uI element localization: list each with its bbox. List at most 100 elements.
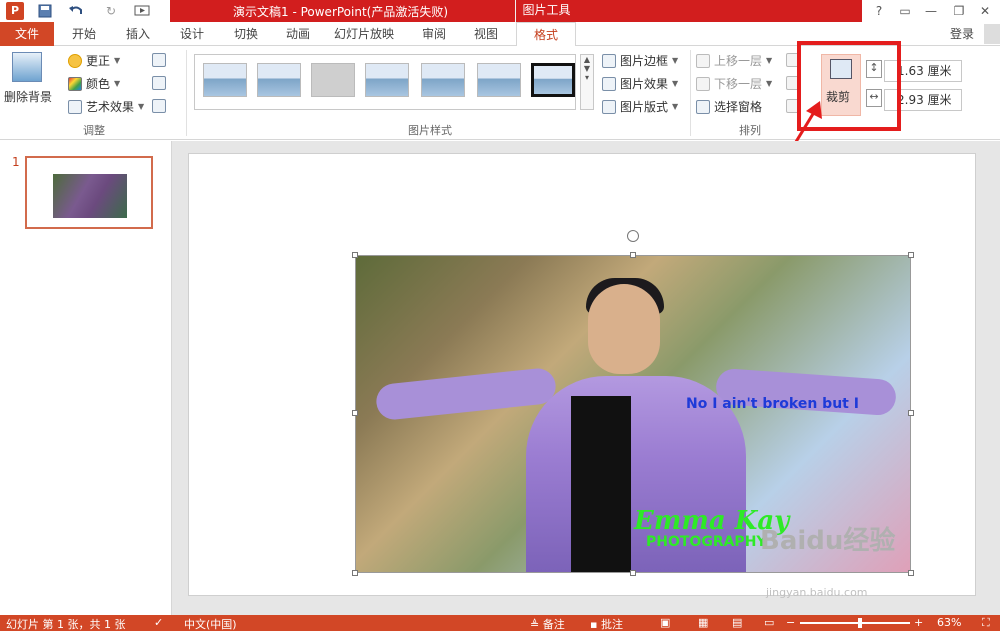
picture-styles-group-label: 图片样式 — [408, 124, 452, 137]
chevron-down-icon: ▼ — [672, 79, 679, 88]
artistic-effects-label: 艺术效果 — [86, 100, 135, 114]
rotate-handle-icon[interactable] — [627, 230, 639, 242]
send-backward-icon — [696, 76, 710, 91]
tab-transitions[interactable]: 切换 — [220, 22, 272, 46]
powerpoint-logo-icon: P — [6, 2, 24, 20]
artistic-effects-button[interactable]: 艺术效果 ▼ — [68, 98, 144, 115]
zoom-out-icon[interactable]: − — [786, 616, 795, 629]
minimize-icon[interactable]: — — [918, 0, 944, 22]
bring-forward-button[interactable]: 上移一层 ▼ — [696, 52, 772, 69]
status-bar: 幻灯片 第 1 张，共 1 张 ✓ 中文(中国) ≜ 备注 ▪ 批注 ▣ ▦ ▤… — [0, 615, 1000, 631]
picture-tools-group-label: 图片工具 — [515, 0, 577, 22]
tab-view[interactable]: 视图 — [460, 22, 512, 46]
picture-layout-button[interactable]: 图片版式 ▼ — [602, 98, 678, 115]
tab-review[interactable]: 审阅 — [408, 22, 460, 46]
slide-thumbnails-pane: 1 — [0, 141, 172, 615]
picture-style-option[interactable] — [477, 63, 521, 97]
photo-detail — [571, 396, 631, 572]
resize-handle[interactable] — [352, 570, 358, 576]
send-backward-button[interactable]: 下移一层 ▼ — [696, 75, 772, 92]
zoom-slider-thumb[interactable] — [858, 618, 862, 628]
tab-format[interactable]: 格式 — [516, 22, 576, 47]
notes-button[interactable]: ≜ 备注 — [530, 616, 565, 631]
photo-text: No I ain't broken but I — [686, 396, 859, 412]
tab-home[interactable]: 开始 — [58, 22, 110, 46]
tab-design[interactable]: 设计 — [166, 22, 218, 46]
corrections-icon — [68, 53, 82, 68]
slide-sorter-icon[interactable]: ▦ — [698, 616, 708, 629]
group-divider — [690, 50, 691, 136]
baidu-watermark-url: jingyan.baidu.com — [766, 586, 868, 599]
slide-count-status: 幻灯片 第 1 张，共 1 张 — [6, 618, 126, 631]
notes-label: 备注 — [542, 618, 565, 631]
close-icon[interactable]: ✕ — [972, 0, 998, 22]
slide-thumbnail-image — [53, 174, 127, 218]
resize-handle[interactable] — [908, 252, 914, 258]
zoom-slider[interactable] — [800, 622, 910, 624]
slide-number: 1 — [12, 155, 20, 169]
help-icon[interactable]: ? — [866, 0, 892, 22]
selection-pane-button[interactable]: 选择窗格 — [696, 98, 762, 115]
picture-effects-icon — [602, 76, 616, 91]
slide-thumbnail[interactable] — [25, 156, 153, 229]
resize-handle[interactable] — [630, 252, 636, 258]
picture-style-option[interactable] — [365, 63, 409, 97]
account-avatar[interactable] — [984, 24, 1000, 44]
bring-forward-icon — [696, 53, 710, 68]
picture-style-option-selected[interactable] — [531, 63, 575, 97]
window-title: 演示文稿1 - PowerPoint(产品激活失败) — [233, 5, 449, 19]
picture-style-option[interactable] — [257, 63, 301, 97]
ribbon-display-options-icon[interactable]: ▭ — [892, 0, 918, 22]
tab-file[interactable]: 文件 — [0, 22, 54, 46]
picture-border-button[interactable]: 图片边框 ▼ — [602, 52, 678, 69]
remove-background-button[interactable]: 删除背景 — [4, 88, 52, 105]
resize-handle[interactable] — [352, 252, 358, 258]
redo-icon[interactable]: ↻ — [102, 2, 120, 20]
remove-background-icon[interactable] — [12, 52, 42, 82]
comments-button[interactable]: ▪ 批注 — [590, 616, 623, 631]
photo-detail — [374, 366, 558, 422]
comments-label: 批注 — [600, 618, 623, 631]
login-link[interactable]: 登录 — [950, 25, 974, 42]
color-label: 颜色 — [86, 77, 111, 91]
slideshow-icon[interactable] — [132, 2, 152, 20]
color-icon — [68, 76, 82, 91]
corrections-label: 更正 — [86, 54, 111, 68]
restore-icon[interactable]: ❐ — [946, 0, 972, 22]
resize-handle[interactable] — [908, 570, 914, 576]
slideshow-view-icon[interactable]: ▭ — [764, 616, 774, 629]
tab-slideshow[interactable]: 幻灯片放映 — [324, 22, 404, 46]
corrections-button[interactable]: 更正 ▼ — [68, 52, 120, 69]
tab-animations[interactable]: 动画 — [272, 22, 324, 46]
picture-border-icon — [602, 53, 616, 68]
spellcheck-icon[interactable]: ✓ — [154, 616, 163, 629]
resize-handle[interactable] — [630, 570, 636, 576]
resize-handle[interactable] — [908, 410, 914, 416]
fit-to-window-icon[interactable]: ⛶ — [982, 616, 990, 630]
change-picture-icon[interactable] — [152, 76, 166, 90]
tab-insert[interactable]: 插入 — [112, 22, 164, 46]
picture-styles-gallery — [194, 54, 576, 110]
color-button[interactable]: 颜色 ▼ — [68, 75, 120, 92]
save-icon[interactable] — [36, 2, 54, 20]
adjust-group-label: 调整 — [83, 124, 105, 137]
picture-style-option[interactable] — [421, 63, 465, 97]
picture-border-label: 图片边框 — [620, 54, 669, 68]
reset-picture-icon[interactable] — [152, 99, 166, 113]
baidu-watermark: Baidu经验 — [760, 526, 896, 556]
picture-effects-button[interactable]: 图片效果 ▼ — [602, 75, 678, 92]
gallery-scroll[interactable]: ▲ ▼ ▾ — [580, 54, 594, 110]
zoom-level[interactable]: 63% — [937, 616, 961, 629]
artistic-effects-icon — [68, 99, 82, 114]
normal-view-icon[interactable]: ▣ — [660, 616, 670, 629]
undo-icon[interactable] — [66, 2, 86, 20]
chevron-down-icon: ▼ — [672, 102, 679, 111]
zoom-in-icon[interactable]: + — [914, 616, 923, 629]
picture-style-option[interactable] — [203, 63, 247, 97]
resize-handle[interactable] — [352, 410, 358, 416]
send-backward-label: 下移一层 — [714, 77, 763, 91]
reading-view-icon[interactable]: ▤ — [732, 616, 742, 629]
picture-style-option[interactable] — [311, 63, 355, 97]
language-status[interactable]: 中文(中国) — [184, 616, 237, 631]
compress-pictures-icon[interactable] — [152, 53, 166, 67]
